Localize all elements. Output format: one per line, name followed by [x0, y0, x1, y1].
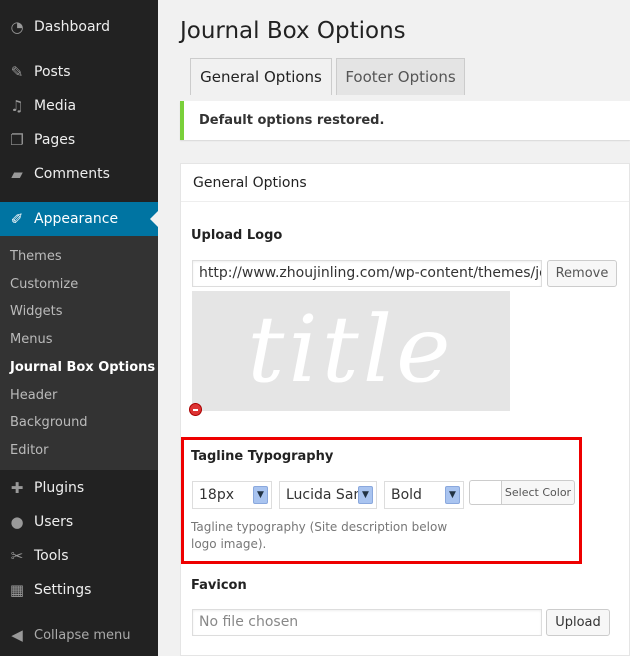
remove-button[interactable]: Remove — [547, 260, 617, 287]
font-weight-select[interactable]: Bold ▼ — [384, 481, 464, 509]
sidebar-item-label: Users — [34, 514, 74, 530]
upload-button[interactable]: Upload — [546, 609, 610, 636]
chevron-down-icon: ▼ — [358, 486, 373, 504]
sidebar-item-media[interactable]: ♫ Media — [0, 89, 158, 123]
sidebar-item-pages[interactable]: ❐ Pages — [0, 123, 158, 157]
pin-icon: ✎ — [10, 63, 24, 81]
select-color-button[interactable]: Select Color — [501, 480, 575, 505]
submenu-item-header[interactable]: Header — [10, 388, 57, 403]
sidebar-item-posts[interactable]: ✎ Posts — [0, 55, 158, 89]
media-icon: ♫ — [10, 97, 24, 115]
sidebar-item-label: Settings — [34, 582, 92, 598]
favicon-label: Favicon — [191, 578, 247, 593]
sidebar-item-label: Pages — [34, 132, 76, 148]
collapse-menu-button[interactable]: ◀ Collapse menu — [0, 618, 158, 652]
collapse-label: Collapse menu — [34, 627, 131, 643]
submenu-item-menus[interactable]: Menus — [10, 332, 52, 347]
sidebar-item-plugins[interactable]: ✚ Plugins — [0, 471, 158, 505]
sidebar-item-dashboard[interactable]: ◔ Dashboard — [0, 10, 158, 44]
sidebar-item-label: Media — [34, 98, 77, 114]
pages-icon: ❐ — [10, 131, 24, 149]
collapse-icon: ◀ — [11, 626, 23, 644]
favicon-file-input[interactable]: No file chosen — [192, 609, 542, 636]
upload-logo-label: Upload Logo — [191, 228, 283, 243]
sidebar-item-comments[interactable]: ▰ Comments — [0, 157, 158, 191]
submenu-item-editor[interactable]: Editor — [10, 443, 48, 458]
font-weight-value: Bold — [391, 487, 422, 503]
submenu-item-background[interactable]: Background — [10, 415, 88, 430]
notice-message: Default options restored. — [180, 101, 630, 140]
sidebar-item-label: Dashboard — [34, 19, 110, 35]
page-title: Journal Box Options — [180, 18, 406, 44]
remove-logo-icon[interactable] — [189, 403, 202, 416]
sidebar-item-label: Posts — [34, 64, 71, 80]
sidebar-item-tools[interactable]: ✂ Tools — [0, 539, 158, 573]
logo-url-input[interactable]: http://www.zhoujinling.com/wp-content/th… — [192, 260, 542, 287]
chevron-down-icon: ▼ — [445, 486, 460, 504]
settings-icon: ▦ — [9, 581, 25, 599]
panel-title: General Options — [181, 164, 629, 202]
logo-preview: title — [192, 291, 510, 411]
tab-footer-options[interactable]: Footer Options — [336, 58, 465, 95]
tab-general-options[interactable]: General Options — [190, 58, 332, 95]
submenu-item-customize[interactable]: Customize — [10, 277, 78, 292]
dashboard-icon: ◔ — [10, 18, 24, 36]
font-family-select[interactable]: Lucida Sans ▼ — [279, 481, 377, 509]
submenu-item-themes[interactable]: Themes — [10, 249, 62, 264]
sidebar-item-label: Tools — [34, 548, 69, 564]
sidebar-item-label: Appearance — [34, 211, 119, 227]
sidebar-item-users[interactable]: ● Users — [0, 505, 158, 539]
tagline-description: Tagline typography (Site description bel… — [191, 520, 448, 551]
font-size-select[interactable]: 18px ▼ — [192, 481, 272, 509]
font-size-value: 18px — [199, 487, 234, 503]
color-swatch[interactable] — [469, 480, 501, 505]
wrench-icon: ✂ — [10, 547, 24, 565]
tagline-typography-label: Tagline Typography — [191, 449, 334, 464]
submenu-item-journal-box-options[interactable]: Journal Box Options — [10, 360, 155, 375]
appearance-submenu — [0, 236, 158, 470]
paintbrush-icon: ✐ — [10, 210, 24, 228]
sidebar-item-settings[interactable]: ▦ Settings — [0, 573, 158, 607]
sidebar-item-label: Plugins — [34, 480, 85, 496]
chevron-down-icon: ▼ — [253, 486, 268, 504]
submenu-item-widgets[interactable]: Widgets — [10, 304, 63, 319]
sidebar-item-appearance[interactable]: ✐ Appearance — [0, 202, 158, 236]
comment-icon: ▰ — [11, 165, 23, 183]
plugin-icon: ✚ — [10, 479, 24, 497]
sidebar-item-label: Comments — [34, 166, 110, 182]
user-icon: ● — [10, 513, 24, 531]
